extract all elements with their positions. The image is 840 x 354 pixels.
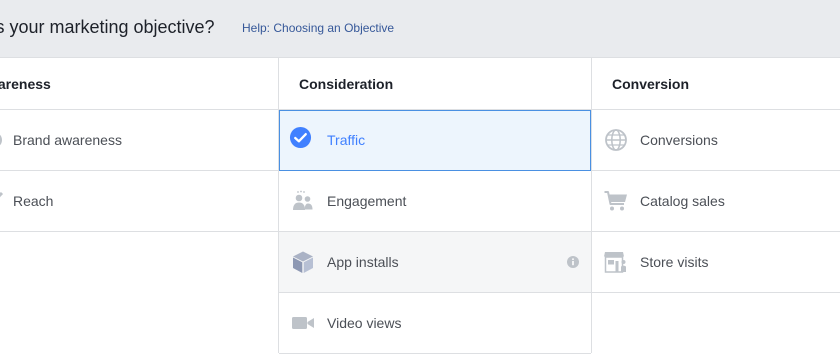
video-camera-icon <box>292 317 314 329</box>
cube-icon <box>293 251 313 273</box>
objective-label: Video views <box>327 315 402 331</box>
empty-cell <box>592 293 840 354</box>
brand-awareness-icon <box>0 134 2 146</box>
objective-catalog-sales[interactable]: Catalog sales <box>592 171 840 232</box>
reach-icon <box>0 191 4 198</box>
globe-icon <box>605 129 627 151</box>
objective-reach[interactable]: Reach <box>0 171 278 232</box>
shopping-cart-icon <box>604 191 627 211</box>
info-icon[interactable] <box>567 256 579 268</box>
help-link[interactable]: Help: Choosing an Objective <box>242 21 394 35</box>
column-title-consideration: Consideration <box>279 58 591 110</box>
objective-brand-awareness[interactable]: Brand awareness <box>0 110 278 171</box>
objective-label: App installs <box>327 254 399 270</box>
objective-label: Store visits <box>640 254 709 270</box>
page-title: at's your marketing objective? <box>0 17 215 37</box>
objective-video-views[interactable]: Video views <box>279 293 591 354</box>
column-title-awareness: wareness <box>0 58 278 110</box>
objective-label: Conversions <box>640 132 718 148</box>
objective-label: Engagement <box>327 193 407 209</box>
objective-header: at's your marketing objective? Help: Cho… <box>0 0 840 58</box>
objective-label: Reach <box>13 193 54 209</box>
objective-label: Catalog sales <box>640 193 725 209</box>
store-icon <box>604 252 626 273</box>
objective-label: Brand awareness <box>13 132 122 148</box>
objective-app-installs[interactable]: App installs <box>279 232 591 293</box>
checkmark-circle-icon <box>289 126 312 149</box>
consideration-column: Consideration Traffic Engagement App ins… <box>278 58 591 354</box>
objective-engagement[interactable]: Engagement <box>279 171 591 232</box>
conversion-column: Conversion Conversions Catalog sales Sto… <box>591 58 840 353</box>
objective-store-visits[interactable]: Store visits <box>592 232 840 293</box>
awareness-column: wareness Brand awareness Reach <box>0 58 278 353</box>
objective-traffic[interactable]: Traffic <box>279 110 591 171</box>
empty-cell <box>0 232 278 293</box>
column-title-conversion: Conversion <box>592 58 840 110</box>
objective-label: Traffic <box>327 132 366 148</box>
people-icon <box>293 190 313 210</box>
objective-conversions[interactable]: Conversions <box>592 110 840 171</box>
